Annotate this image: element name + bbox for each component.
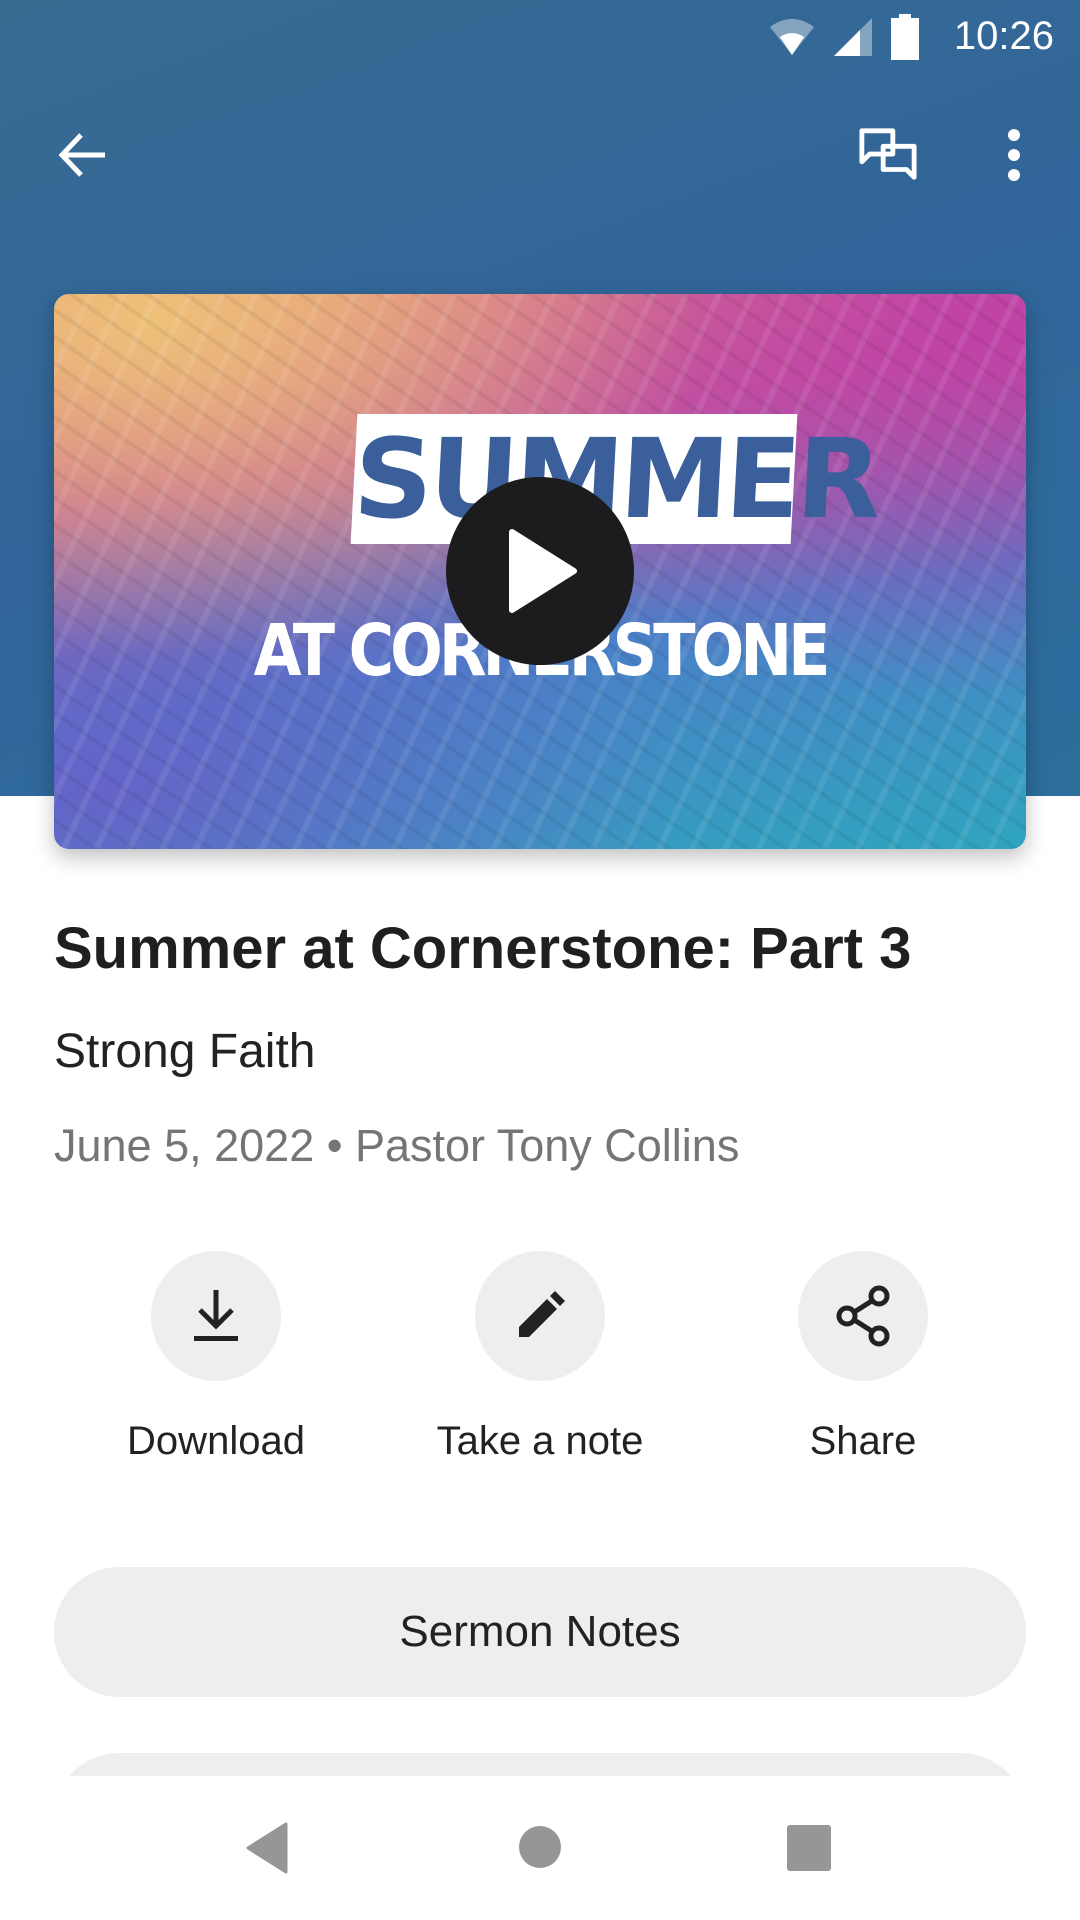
share-label: Share: [809, 1419, 917, 1463]
sermon-notes-button[interactable]: Sermon Notes: [54, 1567, 1026, 1697]
signal-icon: [834, 18, 872, 56]
home-circle-icon[interactable]: [518, 1825, 562, 1869]
back-button[interactable]: [53, 125, 113, 185]
download-button[interactable]: Download: [86, 1251, 346, 1464]
play-icon: [509, 529, 577, 613]
download-icon: [194, 1290, 238, 1341]
pencil-icon: [519, 1291, 565, 1337]
sermon-meta: June 5, 2022 • Pastor Tony Collins: [54, 1120, 740, 1171]
status-time: 10:26: [953, 14, 1054, 58]
sermon-title: Summer at Cornerstone: Part 3: [54, 916, 912, 981]
sermon-notes-label: Sermon Notes: [399, 1607, 681, 1656]
wifi-icon: [770, 19, 814, 55]
sermon-media-card[interactable]: SUMMER AT CORNERSTONE: [54, 294, 1026, 849]
back-triangle-icon[interactable]: [244, 1822, 290, 1874]
take-note-label: Take a note: [436, 1419, 644, 1463]
sermon-subtitle: Strong Faith: [54, 1025, 316, 1078]
chat-button[interactable]: [858, 125, 918, 185]
status-bar: 10:26: [0, 0, 1080, 73]
download-label: Download: [127, 1419, 305, 1463]
take-note-button[interactable]: Take a note: [410, 1251, 670, 1464]
play-button[interactable]: [446, 477, 634, 665]
more-options-button[interactable]: [984, 125, 1044, 185]
share-button[interactable]: Share: [733, 1251, 993, 1464]
more-vertical-icon: [1008, 129, 1020, 181]
battery-icon: [891, 14, 919, 60]
recents-square-icon[interactable]: [787, 1825, 831, 1871]
chat-bubbles-icon: [859, 128, 917, 180]
share-icon: [836, 1285, 890, 1347]
arrow-left-icon: [58, 133, 105, 177]
system-nav-bar: [0, 1776, 1080, 1920]
